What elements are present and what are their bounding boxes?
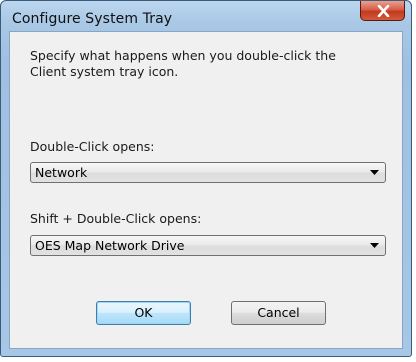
description-line-2: Client system tray icon. <box>30 64 179 79</box>
chevron-down-icon <box>370 243 379 248</box>
description-text: Specify what happens when you double-cli… <box>30 48 380 80</box>
shift-double-click-select[interactable]: OES Map Network Drive <box>30 235 386 256</box>
cancel-button[interactable]: Cancel <box>231 301 326 325</box>
close-button[interactable] <box>360 1 405 21</box>
title-bar[interactable]: Configure System Tray <box>1 1 411 31</box>
double-click-select[interactable]: Network <box>30 162 386 183</box>
close-icon <box>377 5 390 17</box>
double-click-selected-value: Network <box>35 165 88 180</box>
configure-system-tray-dialog: Configure System Tray Specify what happe… <box>0 0 412 357</box>
double-click-label: Double-Click opens: <box>30 139 155 154</box>
description-line-1: Specify what happens when you double-cli… <box>30 48 336 63</box>
ok-button[interactable]: OK <box>96 301 191 325</box>
shift-double-click-label: Shift + Double-Click opens: <box>30 211 202 226</box>
chevron-down-icon <box>370 170 379 175</box>
shift-double-click-selected-value: OES Map Network Drive <box>35 238 185 253</box>
window-title: Configure System Tray <box>12 11 173 27</box>
